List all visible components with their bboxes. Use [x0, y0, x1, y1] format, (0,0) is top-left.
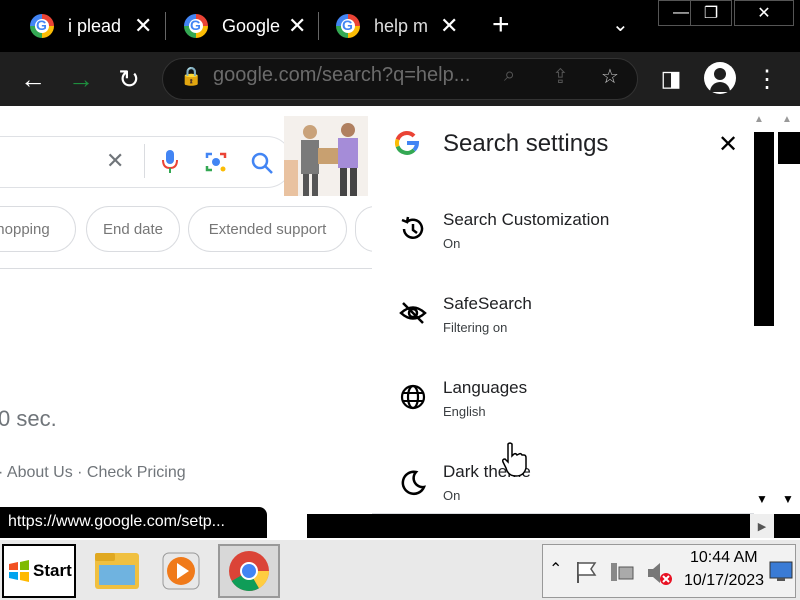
volume-muted-icon[interactable]	[645, 559, 673, 587]
setting-status: English	[443, 404, 486, 419]
chip-label: Shopping	[0, 220, 50, 238]
flag-icon[interactable]	[573, 559, 599, 585]
history-icon	[401, 216, 424, 239]
tab-title: i plead	[68, 15, 122, 36]
chip-label: Extended support	[208, 220, 327, 238]
tab-title: help m	[374, 15, 429, 36]
google-logo-icon	[394, 130, 420, 155]
eye-off-icon	[399, 302, 427, 324]
chrome-icon	[229, 551, 269, 591]
page-divider	[0, 268, 372, 269]
setting-languages[interactable]: Languages English	[372, 368, 754, 452]
tab-2[interactable]: Google ✕	[184, 0, 314, 52]
divider	[144, 144, 145, 178]
scroll-thumb[interactable]	[778, 132, 800, 164]
media-player-icon	[162, 552, 200, 590]
filter-chip-extended-support[interactable]: Extended support	[188, 206, 347, 252]
network-icon[interactable]	[609, 559, 635, 585]
tab-title: Google	[222, 15, 281, 36]
url-text[interactable]: google.com/search?q=help...	[213, 64, 495, 87]
filter-chip-shopping[interactable]: Shopping	[0, 206, 76, 252]
setting-name: Search Customization	[443, 210, 610, 229]
setting-name: Languages	[443, 378, 528, 397]
search-results-page: ✕ Shopping End date Extended support 0 s…	[0, 106, 395, 538]
search-icon[interactable]	[250, 151, 274, 175]
tab-search-chevron-icon[interactable]: ⌄	[612, 12, 629, 37]
scroll-up-arrow-icon[interactable]: ▲	[782, 114, 792, 125]
clock-date[interactable]: 10/17/2023	[684, 572, 764, 590]
setting-search-customization[interactable]: Search Customization On	[372, 200, 754, 284]
show-desktop-icon[interactable]	[769, 559, 793, 583]
google-favicon-icon	[184, 14, 208, 38]
google-favicon-icon	[336, 14, 360, 38]
share-icon[interactable]: ⇪	[552, 64, 569, 89]
moon-icon	[401, 470, 427, 496]
close-window-button[interactable]: ✕	[734, 0, 794, 26]
windows-logo-icon	[9, 560, 29, 582]
scroll-down-arrow-icon[interactable]: ▼	[756, 492, 768, 506]
show-hidden-icons-icon[interactable]: ⌃	[549, 559, 562, 579]
microphone-icon[interactable]	[160, 148, 180, 176]
file-explorer-taskbar-button[interactable]	[86, 544, 148, 598]
search-settings-panel: Search settings ✕ Search Customization O…	[372, 106, 754, 514]
close-tab-icon[interactable]: ✕	[134, 13, 152, 39]
setting-status: On	[443, 236, 461, 251]
setting-status: On	[443, 488, 461, 503]
tab-1[interactable]: i plead ✕	[30, 0, 160, 52]
clear-search-icon[interactable]: ✕	[106, 148, 124, 174]
chrome-taskbar-button[interactable]	[218, 544, 280, 598]
footer-links[interactable]: · About Us · Check Pricing	[0, 464, 186, 482]
forward-arrow-icon[interactable]: →	[62, 52, 100, 106]
tab-separator	[318, 12, 319, 40]
tab-3[interactable]: help m ✕	[336, 0, 466, 52]
profile-avatar-icon[interactable]	[704, 62, 736, 94]
setting-safesearch[interactable]: SafeSearch Filtering on	[372, 284, 754, 368]
restore-button[interactable]: ❐	[690, 0, 732, 26]
close-panel-icon[interactable]: ✕	[718, 130, 738, 159]
setting-status: Filtering on	[443, 320, 508, 335]
hand-cursor-icon	[502, 442, 527, 477]
filter-chip-end-date[interactable]: End date	[86, 206, 180, 252]
folder-icon	[95, 553, 139, 589]
horizontal-scrollbar[interactable]: ▶	[307, 514, 800, 538]
close-tab-icon[interactable]: ✕	[440, 13, 458, 39]
side-panel-icon[interactable]: ◨	[656, 52, 686, 106]
scroll-up-arrow-icon[interactable]: ▲	[754, 114, 764, 125]
menu-kebab-icon[interactable]: ⋮	[752, 52, 782, 106]
lens-camera-icon[interactable]	[204, 150, 228, 174]
start-button[interactable]: Start	[2, 544, 76, 598]
link-status-bubble: https://www.google.com/setp...	[0, 507, 267, 538]
chip-label: End date	[102, 220, 164, 238]
new-tab-icon[interactable]: +	[492, 8, 510, 42]
start-label: Start	[33, 561, 72, 580]
clock-time[interactable]: 10:44 AM	[690, 549, 758, 567]
google-favicon-icon	[30, 14, 54, 38]
scroll-thumb[interactable]	[754, 132, 774, 326]
zoom-icon[interactable]: ⌕	[504, 64, 515, 87]
close-tab-icon[interactable]: ✕	[288, 13, 306, 39]
doodle-illustration	[284, 116, 368, 196]
tab-strip: i plead ✕ Google ✕ help m ✕ + ⌄ — ❐ ✕	[0, 0, 800, 52]
scroll-down-arrow-icon[interactable]: ▼	[782, 492, 794, 506]
taskbar: Start ⌃	[0, 538, 800, 600]
tab-separator	[165, 12, 166, 40]
reload-icon[interactable]: ↻	[110, 52, 148, 106]
lock-icon[interactable]: 🔒	[180, 66, 202, 87]
scroll-right-arrow-icon[interactable]: ▶	[750, 514, 774, 538]
results-stats: 0 sec.	[0, 406, 57, 431]
vertical-scrollbar[interactable]: ▲ ▲ ▼ ▼	[754, 106, 800, 514]
globe-icon	[400, 384, 426, 410]
setting-name: SafeSearch	[443, 294, 532, 313]
panel-title: Search settings	[443, 130, 609, 157]
bookmark-star-icon[interactable]: ☆	[601, 64, 619, 89]
back-arrow-icon[interactable]: ←	[14, 52, 52, 106]
media-player-taskbar-button[interactable]	[150, 544, 212, 598]
